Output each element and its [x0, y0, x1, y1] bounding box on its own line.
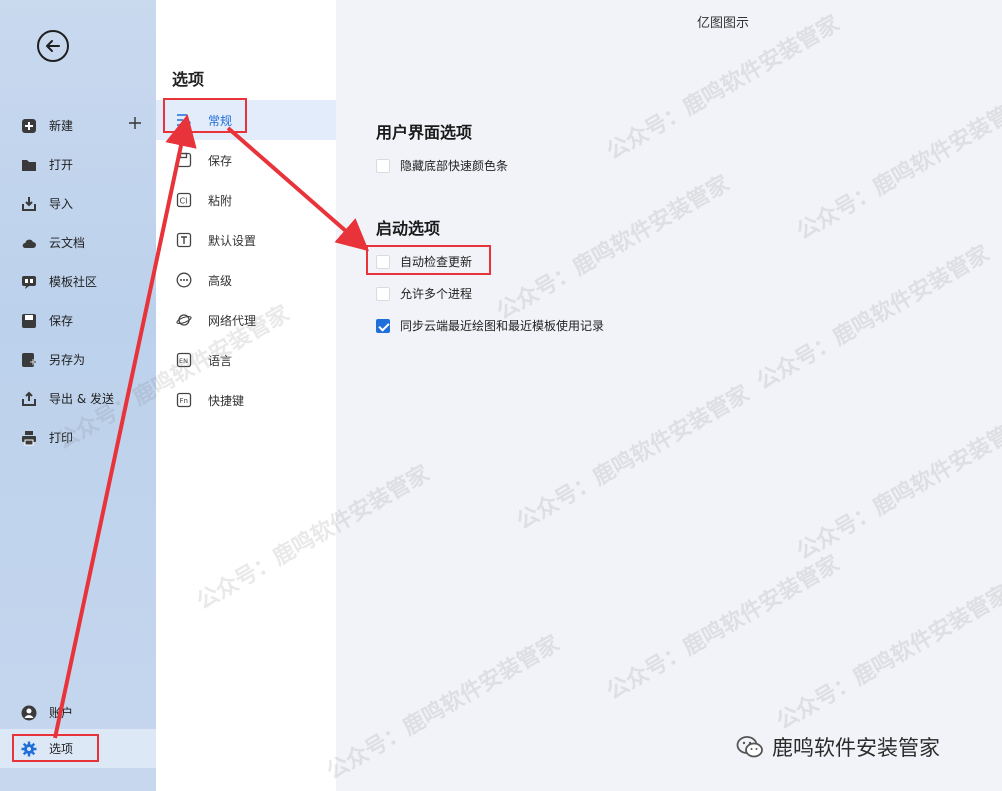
options-nav-save[interactable]: 保存	[156, 140, 336, 180]
sidebar-item-label: 模板社区	[49, 275, 98, 289]
options-nav-proxy[interactable]: 网络代理	[156, 300, 336, 340]
sidebar-item-print[interactable]: 打印	[0, 418, 156, 457]
options-nav-language[interactable]: EN 语言	[156, 340, 336, 380]
export-icon	[21, 391, 37, 407]
general-settings-icon	[176, 112, 192, 128]
print-icon	[21, 430, 37, 446]
options-nav-panel: 选项 常规 保存 CI 粘附 默认设置 高级 网络代理 EN 语言 Fn 快捷键	[156, 0, 336, 791]
hide-color-bar-checkbox[interactable]	[376, 158, 390, 173]
hide-color-bar-option[interactable]: 隐藏底部快速颜色条	[376, 157, 508, 174]
sidebar-item-account[interactable]: 账户	[0, 693, 156, 732]
sidebar-item-options[interactable]: 选项	[0, 729, 156, 768]
allow-multiple-processes-option[interactable]: 允许多个进程	[376, 285, 472, 302]
template-icon	[21, 274, 37, 290]
startup-options-heading: 启动选项	[376, 219, 441, 238]
options-nav-advanced[interactable]: 高级	[156, 260, 336, 300]
options-content: 亿图图示 用户界面选项 隐藏底部快速颜色条 启动选项 自动检查更新 允许多个进程…	[336, 0, 1002, 791]
app-title: 亿图图示	[697, 16, 750, 31]
sidebar-item-open[interactable]: 打开	[0, 145, 156, 184]
arrow-left-icon	[46, 40, 60, 52]
sidebar-item-label: 打开	[49, 158, 74, 172]
svg-text:Fn: Fn	[180, 397, 188, 405]
sidebar-item-save-as[interactable]: 另存为	[0, 340, 156, 379]
sidebar-item-export-send[interactable]: 导出 & 发送	[0, 379, 156, 418]
options-nav-label: 语言	[208, 353, 233, 368]
plus-icon[interactable]	[128, 116, 142, 130]
snap-icon: CI	[176, 192, 192, 208]
auto-check-updates-option[interactable]: 自动检查更新	[376, 253, 472, 270]
options-nav-shortcuts[interactable]: Fn 快捷键	[156, 380, 336, 420]
options-nav-defaults[interactable]: 默认设置	[156, 220, 336, 260]
options-nav-label: 默认设置	[208, 233, 257, 248]
sidebar-item-label: 打印	[49, 431, 74, 445]
back-button[interactable]	[37, 30, 69, 62]
import-icon	[21, 196, 37, 212]
options-nav-label: 快捷键	[208, 393, 245, 408]
plus-square-icon	[21, 118, 37, 134]
sidebar-item-label: 账户	[49, 706, 74, 720]
svg-text:EN: EN	[179, 357, 188, 365]
shortcut-icon: Fn	[176, 392, 192, 408]
network-icon	[176, 312, 192, 328]
option-label: 隐藏底部快速颜色条	[400, 159, 509, 173]
gear-icon	[21, 741, 37, 757]
sidebar-item-import[interactable]: 导入	[0, 184, 156, 223]
sidebar-item-new[interactable]: 新建	[0, 106, 156, 145]
options-nav-snap[interactable]: CI 粘附	[156, 180, 336, 220]
ui-options-heading: 用户界面选项	[376, 123, 473, 142]
sidebar-item-label: 另存为	[49, 353, 86, 367]
save-icon	[21, 313, 37, 329]
folder-icon	[21, 157, 37, 173]
wechat-icon	[736, 736, 763, 758]
option-label: 同步云端最近绘图和最近模板使用记录	[400, 319, 605, 333]
sidebar-item-template-community[interactable]: 模板社区	[0, 262, 156, 301]
language-icon: EN	[176, 352, 192, 368]
user-icon	[21, 705, 37, 721]
file-menu-sidebar: 新建 打开 导入 云文档 模板社区 保存 另存为 导出 & 发送 打印 账户 选…	[0, 0, 156, 791]
sidebar-item-label: 导入	[49, 197, 74, 211]
options-nav-label: 高级	[208, 273, 233, 288]
auto-check-updates-checkbox[interactable]	[376, 254, 390, 269]
text-icon	[176, 232, 192, 248]
sidebar-item-label: 云文档	[49, 236, 86, 250]
options-nav-label: 网络代理	[208, 313, 257, 328]
brand-text: 鹿鸣软件安装管家	[772, 736, 940, 760]
save-as-icon	[21, 352, 37, 368]
brand-watermark: 鹿鸣软件安装管家	[736, 732, 940, 762]
sidebar-item-label: 选项	[49, 742, 74, 756]
sidebar-item-save[interactable]: 保存	[0, 301, 156, 340]
allow-multiple-processes-checkbox[interactable]	[376, 286, 390, 301]
options-title: 选项	[172, 70, 205, 89]
sidebar-item-label: 新建	[49, 119, 74, 133]
option-label: 允许多个进程	[400, 287, 473, 301]
cloud-icon	[21, 235, 37, 251]
sidebar-item-cloud-docs[interactable]: 云文档	[0, 223, 156, 262]
options-nav-label: 保存	[208, 153, 233, 168]
sidebar-item-label: 保存	[49, 314, 74, 328]
options-nav-label: 粘附	[208, 193, 233, 208]
more-icon	[176, 272, 192, 288]
options-nav-label: 常规	[208, 113, 233, 128]
sidebar-item-label: 导出 & 发送	[49, 392, 114, 406]
save-icon	[176, 152, 192, 168]
options-nav-general[interactable]: 常规	[156, 100, 336, 140]
sync-cloud-history-checkbox[interactable]	[376, 318, 390, 333]
sync-cloud-history-option[interactable]: 同步云端最近绘图和最近模板使用记录	[376, 317, 604, 334]
option-label: 自动检查更新	[400, 255, 473, 269]
svg-text:CI: CI	[180, 197, 188, 206]
